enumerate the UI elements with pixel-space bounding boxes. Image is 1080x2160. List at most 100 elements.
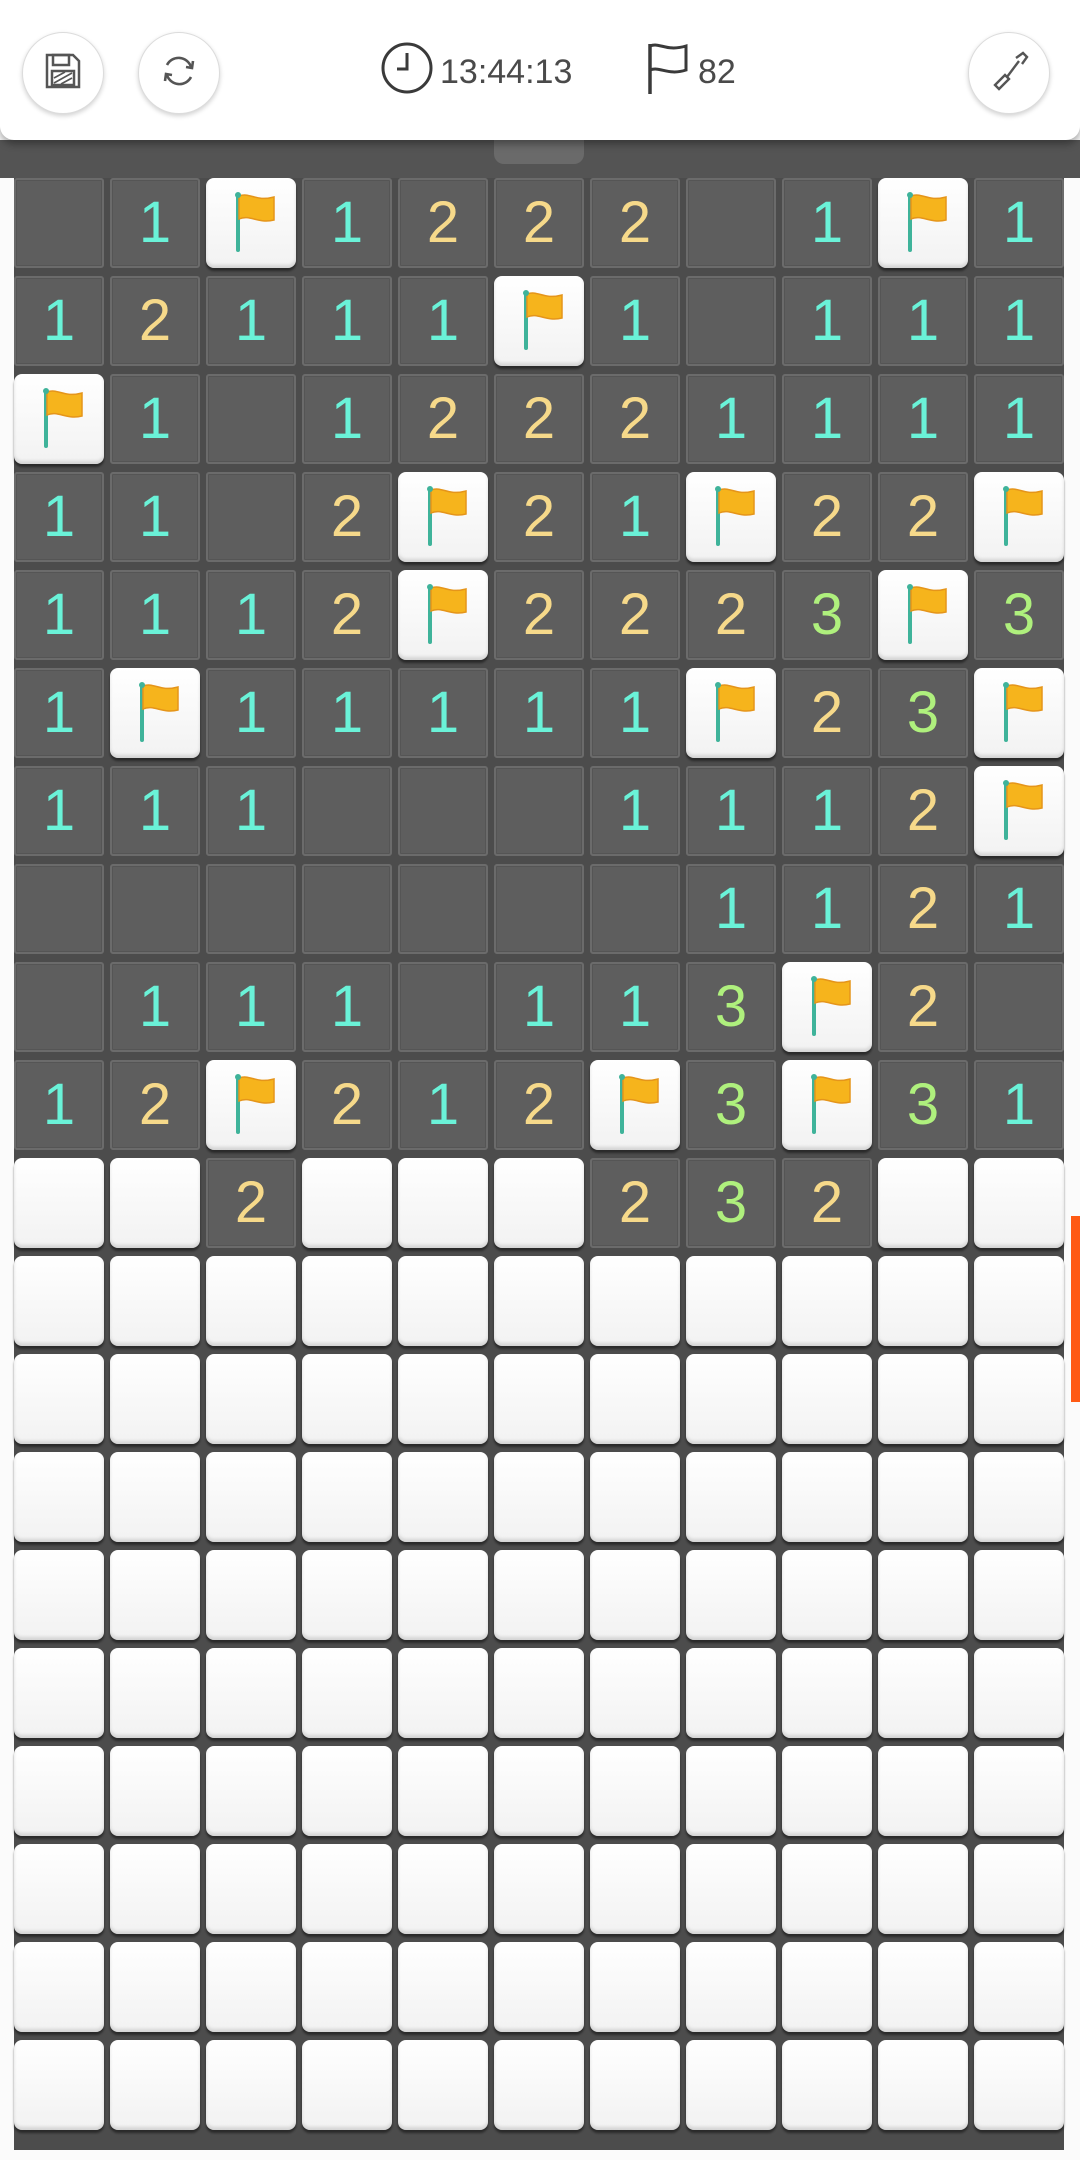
revealed-empty-cell[interactable] bbox=[494, 864, 584, 954]
revealed-empty-cell[interactable] bbox=[302, 864, 392, 954]
revealed-empty-cell[interactable] bbox=[206, 472, 296, 562]
revealed-number-cell[interactable]: 1 bbox=[590, 276, 680, 366]
hidden-cell[interactable] bbox=[14, 1942, 104, 2032]
hidden-cell[interactable] bbox=[206, 1844, 296, 1934]
revealed-number-cell[interactable]: 1 bbox=[14, 766, 104, 856]
revealed-number-cell[interactable]: 1 bbox=[14, 1060, 104, 1150]
revealed-empty-cell[interactable] bbox=[686, 178, 776, 268]
hidden-cell[interactable] bbox=[302, 1158, 392, 1248]
dig-mode-button[interactable] bbox=[968, 32, 1050, 114]
hidden-cell[interactable] bbox=[686, 1648, 776, 1738]
hidden-cell[interactable] bbox=[974, 1844, 1064, 1934]
flagged-cell[interactable] bbox=[494, 276, 584, 366]
revealed-empty-cell[interactable] bbox=[686, 276, 776, 366]
flagged-cell[interactable] bbox=[14, 374, 104, 464]
revealed-number-cell[interactable]: 1 bbox=[206, 766, 296, 856]
revealed-number-cell[interactable]: 1 bbox=[686, 374, 776, 464]
hidden-cell[interactable] bbox=[14, 1550, 104, 1640]
hidden-cell[interactable] bbox=[686, 1354, 776, 1444]
revealed-number-cell[interactable]: 1 bbox=[686, 766, 776, 856]
hidden-cell[interactable] bbox=[14, 1844, 104, 1934]
flagged-cell[interactable] bbox=[686, 668, 776, 758]
hidden-cell[interactable] bbox=[590, 1550, 680, 1640]
hidden-cell[interactable] bbox=[782, 1550, 872, 1640]
revealed-empty-cell[interactable] bbox=[14, 864, 104, 954]
revealed-number-cell[interactable]: 3 bbox=[782, 570, 872, 660]
hidden-cell[interactable] bbox=[398, 2040, 488, 2130]
revealed-number-cell[interactable]: 1 bbox=[782, 178, 872, 268]
revealed-number-cell[interactable]: 1 bbox=[206, 668, 296, 758]
hidden-cell[interactable] bbox=[686, 1746, 776, 1836]
revealed-number-cell[interactable]: 1 bbox=[14, 472, 104, 562]
hidden-cell[interactable] bbox=[398, 1354, 488, 1444]
flagged-cell[interactable] bbox=[206, 178, 296, 268]
hidden-cell[interactable] bbox=[398, 1158, 488, 1248]
revealed-number-cell[interactable]: 2 bbox=[302, 472, 392, 562]
hidden-cell[interactable] bbox=[14, 2040, 104, 2130]
revealed-number-cell[interactable]: 1 bbox=[110, 962, 200, 1052]
hidden-cell[interactable] bbox=[494, 1746, 584, 1836]
revealed-number-cell[interactable]: 2 bbox=[398, 374, 488, 464]
hidden-cell[interactable] bbox=[302, 1256, 392, 1346]
revealed-number-cell[interactable]: 1 bbox=[782, 276, 872, 366]
hidden-cell[interactable] bbox=[206, 2040, 296, 2130]
revealed-number-cell[interactable]: 1 bbox=[974, 374, 1064, 464]
hidden-cell[interactable] bbox=[110, 1648, 200, 1738]
revealed-number-cell[interactable]: 2 bbox=[782, 668, 872, 758]
hidden-cell[interactable] bbox=[398, 1746, 488, 1836]
hidden-cell[interactable] bbox=[878, 1452, 968, 1542]
revealed-empty-cell[interactable] bbox=[206, 864, 296, 954]
hidden-cell[interactable] bbox=[686, 1452, 776, 1542]
revealed-number-cell[interactable]: 1 bbox=[302, 374, 392, 464]
hidden-cell[interactable] bbox=[494, 1158, 584, 1248]
hidden-cell[interactable] bbox=[974, 2040, 1064, 2130]
flagged-cell[interactable] bbox=[878, 570, 968, 660]
hidden-cell[interactable] bbox=[110, 1354, 200, 1444]
hidden-cell[interactable] bbox=[302, 2040, 392, 2130]
hidden-cell[interactable] bbox=[782, 1746, 872, 1836]
flagged-cell[interactable] bbox=[878, 178, 968, 268]
hidden-cell[interactable] bbox=[302, 1354, 392, 1444]
hidden-cell[interactable] bbox=[302, 1452, 392, 1542]
revealed-empty-cell[interactable] bbox=[14, 178, 104, 268]
revealed-number-cell[interactable]: 3 bbox=[878, 1060, 968, 1150]
hidden-cell[interactable] bbox=[110, 1844, 200, 1934]
revealed-number-cell[interactable]: 2 bbox=[206, 1158, 296, 1248]
revealed-number-cell[interactable]: 1 bbox=[782, 766, 872, 856]
hidden-cell[interactable] bbox=[14, 1354, 104, 1444]
hidden-cell[interactable] bbox=[878, 1942, 968, 2032]
revealed-number-cell[interactable]: 1 bbox=[110, 178, 200, 268]
hidden-cell[interactable] bbox=[686, 1844, 776, 1934]
revealed-number-cell[interactable]: 1 bbox=[206, 962, 296, 1052]
revealed-number-cell[interactable]: 1 bbox=[110, 570, 200, 660]
hidden-cell[interactable] bbox=[398, 1550, 488, 1640]
revealed-number-cell[interactable]: 3 bbox=[878, 668, 968, 758]
hidden-cell[interactable] bbox=[878, 1256, 968, 1346]
hidden-cell[interactable] bbox=[14, 1746, 104, 1836]
revealed-number-cell[interactable]: 2 bbox=[782, 1158, 872, 1248]
revealed-number-cell[interactable]: 2 bbox=[302, 570, 392, 660]
hidden-cell[interactable] bbox=[14, 1452, 104, 1542]
hidden-cell[interactable] bbox=[110, 1158, 200, 1248]
revealed-empty-cell[interactable] bbox=[494, 766, 584, 856]
flagged-cell[interactable] bbox=[686, 472, 776, 562]
revealed-empty-cell[interactable] bbox=[590, 864, 680, 954]
hidden-cell[interactable] bbox=[974, 1942, 1064, 2032]
flagged-cell[interactable] bbox=[782, 1060, 872, 1150]
revealed-number-cell[interactable]: 3 bbox=[974, 570, 1064, 660]
minesweeper-board[interactable]: 1122211121111111112221111112212211122223… bbox=[14, 178, 1064, 2150]
hidden-cell[interactable] bbox=[494, 1550, 584, 1640]
revealed-number-cell[interactable]: 1 bbox=[782, 864, 872, 954]
flagged-cell[interactable] bbox=[398, 472, 488, 562]
flagged-cell[interactable] bbox=[398, 570, 488, 660]
revealed-number-cell[interactable]: 1 bbox=[590, 472, 680, 562]
hidden-cell[interactable] bbox=[110, 1746, 200, 1836]
revealed-number-cell[interactable]: 1 bbox=[974, 1060, 1064, 1150]
revealed-number-cell[interactable]: 1 bbox=[878, 276, 968, 366]
hidden-cell[interactable] bbox=[494, 2040, 584, 2130]
hidden-cell[interactable] bbox=[590, 1942, 680, 2032]
restart-button[interactable] bbox=[138, 32, 220, 114]
revealed-number-cell[interactable]: 1 bbox=[782, 374, 872, 464]
hidden-cell[interactable] bbox=[398, 1942, 488, 2032]
revealed-number-cell[interactable]: 1 bbox=[14, 570, 104, 660]
